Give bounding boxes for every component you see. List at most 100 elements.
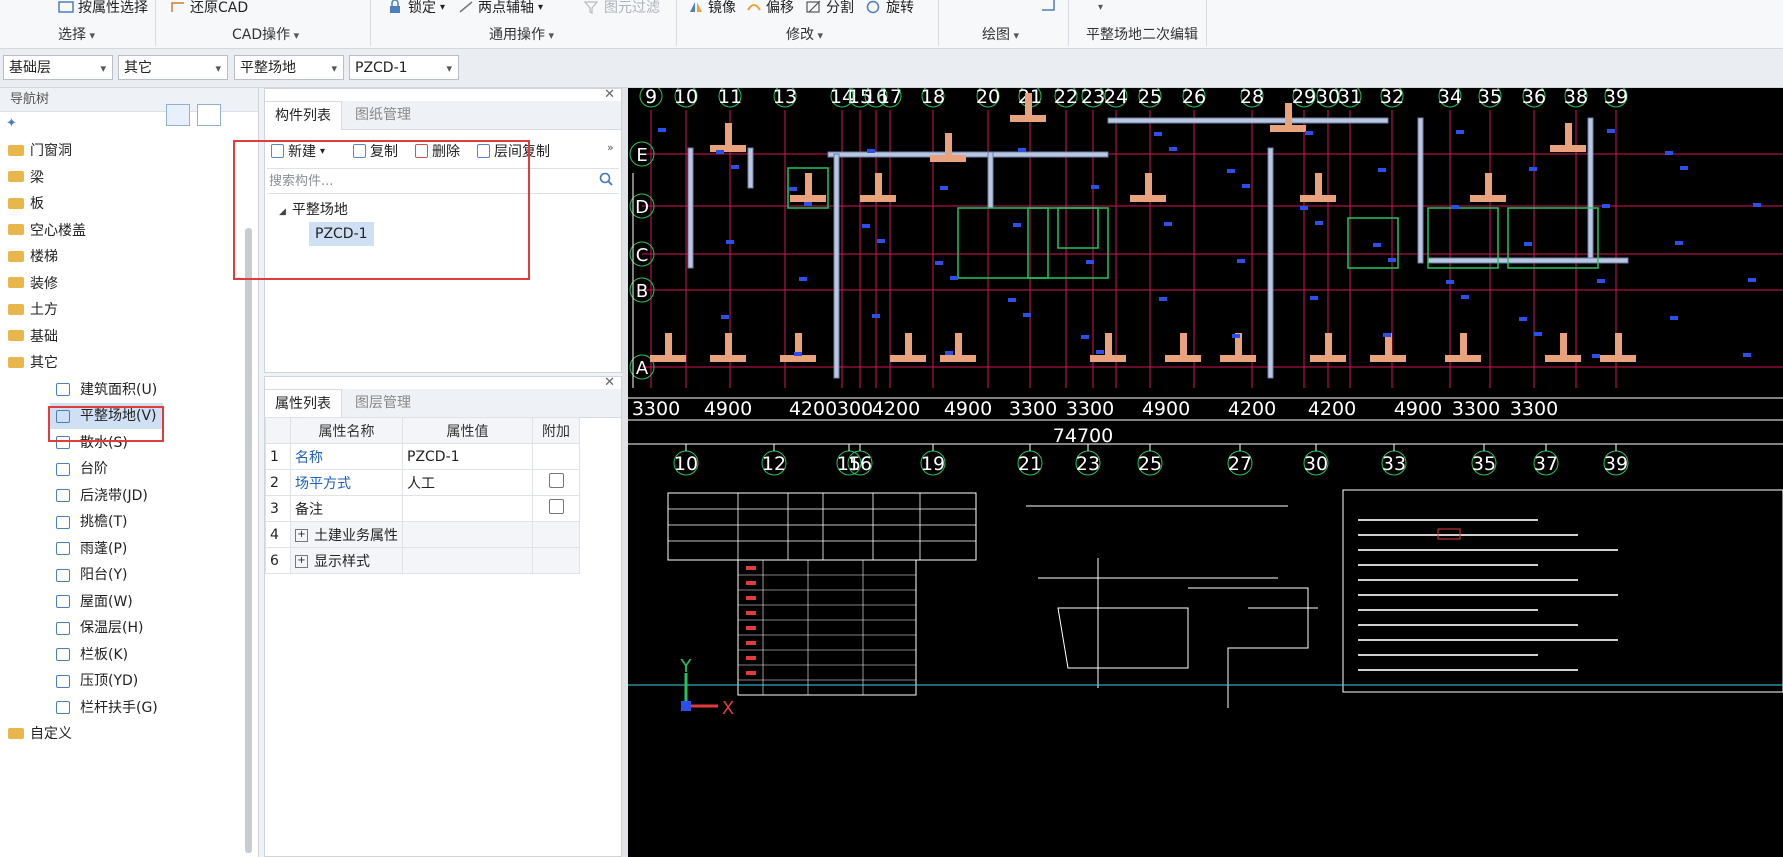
annotation-mark [1519, 317, 1527, 321]
tab-property-list[interactable]: 属性列表 [265, 389, 342, 418]
column [725, 333, 732, 361]
folder-icon [8, 250, 24, 262]
wall [1267, 147, 1274, 379]
property-name: 名称 [290, 443, 403, 470]
nav-folder[interactable]: 楼梯 [8, 244, 58, 270]
property-value[interactable] [402, 495, 533, 522]
axis-label: 29 [1292, 88, 1316, 108]
annotation-mark [1534, 332, 1542, 336]
grid-view-icon[interactable] [197, 104, 221, 126]
axis-label: 12 [762, 453, 786, 475]
axis-label: 13 [773, 88, 797, 108]
checkbox[interactable] [548, 499, 564, 514]
nav-folder[interactable]: 空心楼盖 [8, 218, 86, 244]
restore-cad-button[interactable]: 还原CAD [170, 0, 248, 17]
component-type-icon [56, 515, 70, 529]
nav-folder[interactable]: 自定义 [8, 721, 72, 747]
lock-button[interactable]: 锁定 ▾ [388, 0, 445, 17]
component-type-icon [56, 674, 70, 688]
draw-tool-icon[interactable] [1040, 0, 1056, 16]
nav-item[interactable]: 栏板(K) [56, 642, 128, 668]
property-name: 备注 [290, 495, 403, 522]
column [875, 173, 882, 201]
list-view-icon[interactable] [166, 104, 190, 126]
nav-folder[interactable]: 门窗洞 [8, 138, 72, 164]
close-icon[interactable]: ✕ [604, 87, 615, 102]
group-cad-ops[interactable]: CAD操作 [232, 24, 299, 44]
nav-folder[interactable]: 基础 [8, 324, 58, 350]
property-group[interactable]: + 显示样式 [290, 547, 403, 574]
annotation-mark [1451, 205, 1459, 209]
expand-icon[interactable]: + [295, 529, 308, 542]
table-row[interactable]: 6 + 显示样式 [265, 547, 580, 574]
table-row[interactable]: 1 名称 PZCD-1 [265, 443, 580, 470]
axis-label: 35 [1472, 453, 1496, 475]
close-icon[interactable]: ✕ [604, 375, 615, 390]
cad-canvas[interactable]: 9101113141516171820212223242526282930313… [628, 88, 1783, 857]
tab-drawing-management[interactable]: 图纸管理 [345, 101, 421, 129]
tab-layer-management[interactable]: 图层管理 [345, 389, 421, 417]
property-value[interactable]: PZCD-1 [402, 443, 533, 470]
offset-button[interactable]: 偏移 [746, 0, 794, 17]
nav-item[interactable]: 建筑面积(U) [56, 377, 157, 403]
column [1485, 173, 1492, 201]
total-dimension: 74700 [1053, 425, 1113, 447]
extra-cell [532, 443, 580, 470]
nav-item[interactable]: 台阶 [56, 456, 108, 482]
nav-folder[interactable]: 梁 [8, 165, 44, 191]
select-by-property-button[interactable]: 按属性选择 [58, 0, 148, 17]
type-select[interactable]: 平整场地 [234, 55, 344, 81]
group-select[interactable]: 选择 [58, 24, 95, 44]
nav-item[interactable]: 栏杆扶手(G) [56, 695, 158, 721]
axis-label: 20 [976, 88, 1000, 108]
nav-item[interactable]: 屋面(W) [56, 589, 133, 615]
table-row[interactable]: 3 备注 [265, 495, 580, 522]
sparkle-icon[interactable]: ✦ [6, 116, 17, 131]
nav-scrollbar[interactable] [245, 228, 252, 853]
table-mark [746, 581, 756, 585]
nav-item[interactable]: 保温层(H) [56, 615, 143, 641]
group-draw[interactable]: 绘图 [982, 24, 1019, 44]
nav-item[interactable]: 后浇带(JD) [56, 483, 148, 509]
nav-folder[interactable]: 板 [8, 191, 44, 217]
rotate-button[interactable]: 旋转 [866, 0, 914, 17]
group-common-ops[interactable]: 通用操作 [489, 24, 554, 44]
chevron-down-icon[interactable]: ▾ [1098, 2, 1103, 13]
nav-folder[interactable]: 其它 [8, 350, 58, 376]
nav-item[interactable]: 雨蓬(P) [56, 536, 127, 562]
nav-item[interactable]: 阳台(Y) [56, 562, 127, 588]
expand-icon[interactable]: + [295, 555, 308, 568]
nav-folder[interactable]: 装修 [8, 271, 58, 297]
axis-label: 31 [1338, 88, 1362, 108]
floor-select[interactable]: 基础层 [3, 55, 113, 81]
element-filter-button[interactable]: 图元过滤 [583, 0, 660, 17]
ucs-origin [681, 701, 691, 711]
axis-label: 39 [1604, 88, 1628, 108]
two-point-axis-button[interactable]: 两点辅轴 ▾ [458, 0, 543, 17]
component-select[interactable]: PZCD-1 [349, 55, 459, 81]
table-row[interactable]: 2 场平方式 人工 [265, 469, 580, 496]
tab-component-list[interactable]: 构件列表 [265, 101, 342, 130]
property-group[interactable]: + 土建业务属性 [290, 521, 403, 548]
nav-folder-label: 梁 [30, 169, 44, 186]
category-select[interactable]: 其它 [118, 55, 228, 81]
folder-icon [8, 224, 24, 235]
table-row[interactable]: 4 + 土建业务属性 [265, 521, 580, 548]
group-modify[interactable]: 修改 [786, 24, 823, 44]
offset-label: 偏移 [766, 0, 794, 16]
more-icon[interactable]: » [607, 141, 614, 154]
annotation-mark [1159, 297, 1167, 301]
ucs-x-label: X [722, 698, 734, 719]
annotation-mark [1091, 185, 1099, 189]
nav-folder[interactable]: 土方 [8, 297, 58, 323]
split-button[interactable]: 分割 [806, 0, 854, 17]
annotation-mark [1373, 243, 1381, 247]
checkbox[interactable] [548, 473, 564, 488]
mirror-button[interactable]: 镜像 [688, 0, 736, 17]
nav-item[interactable]: 压顶(YD) [56, 668, 138, 694]
search-icon[interactable] [599, 172, 613, 190]
nav-item[interactable]: 挑檐(T) [56, 509, 127, 535]
annotation-mark [1013, 223, 1021, 227]
split-icon [806, 0, 822, 14]
property-value[interactable]: 人工 [402, 469, 533, 496]
